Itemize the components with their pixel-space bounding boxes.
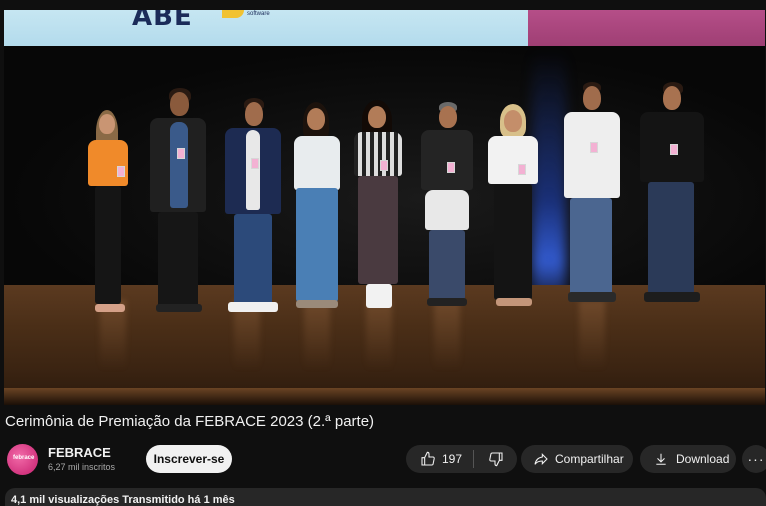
channel-actions-row: febrace FEBRACE 6,27 mil inscritos Inscr… — [5, 442, 766, 476]
download-button[interactable]: Download — [640, 445, 736, 473]
banner-logo: ABE — [132, 10, 193, 32]
avatar-logo-text: febrace — [13, 455, 35, 461]
more-horizontal-icon: ··· — [747, 451, 765, 467]
person-8 — [560, 82, 624, 314]
download-label: Download — [676, 452, 730, 466]
download-icon — [654, 452, 668, 466]
thumbs-down-icon — [488, 451, 504, 467]
share-arrow-icon — [533, 451, 549, 467]
video-title: Cerimônia de Premiação da FEBRACE 2023 (… — [5, 413, 375, 430]
share-label: Compartilhar — [555, 452, 624, 466]
person-2 — [146, 88, 212, 318]
channel-avatar[interactable]: febrace — [7, 444, 38, 475]
like-dislike-group: 197 — [406, 445, 517, 473]
like-count: 197 — [442, 452, 463, 466]
dislike-button[interactable] — [474, 445, 517, 473]
like-button[interactable]: 197 — [406, 445, 473, 473]
views-and-date: 4,1 mil visualizações Transmitido há 1 m… — [11, 494, 235, 506]
subscribe-button[interactable]: Inscrever-se — [146, 445, 232, 473]
video-frame: ABE software — [4, 10, 765, 405]
person-3 — [222, 98, 284, 318]
banner-software-text: software — [247, 11, 270, 17]
channel-name[interactable]: FEBRACE — [48, 445, 111, 460]
stage-edge — [4, 388, 765, 405]
share-button[interactable]: Compartilhar — [521, 445, 633, 473]
video-player[interactable]: ABE software — [4, 10, 765, 405]
more-actions-button[interactable]: ··· — [742, 445, 766, 473]
person-6 — [417, 102, 477, 314]
thumbs-up-icon — [420, 451, 436, 467]
person-9 — [636, 82, 708, 314]
person-1 — [86, 110, 142, 320]
person-5 — [350, 100, 406, 314]
person-7 — [484, 104, 542, 314]
subscriber-count: 6,27 mil inscritos — [48, 462, 116, 472]
stage-banner: ABE software — [4, 10, 765, 46]
person-4 — [290, 102, 344, 316]
